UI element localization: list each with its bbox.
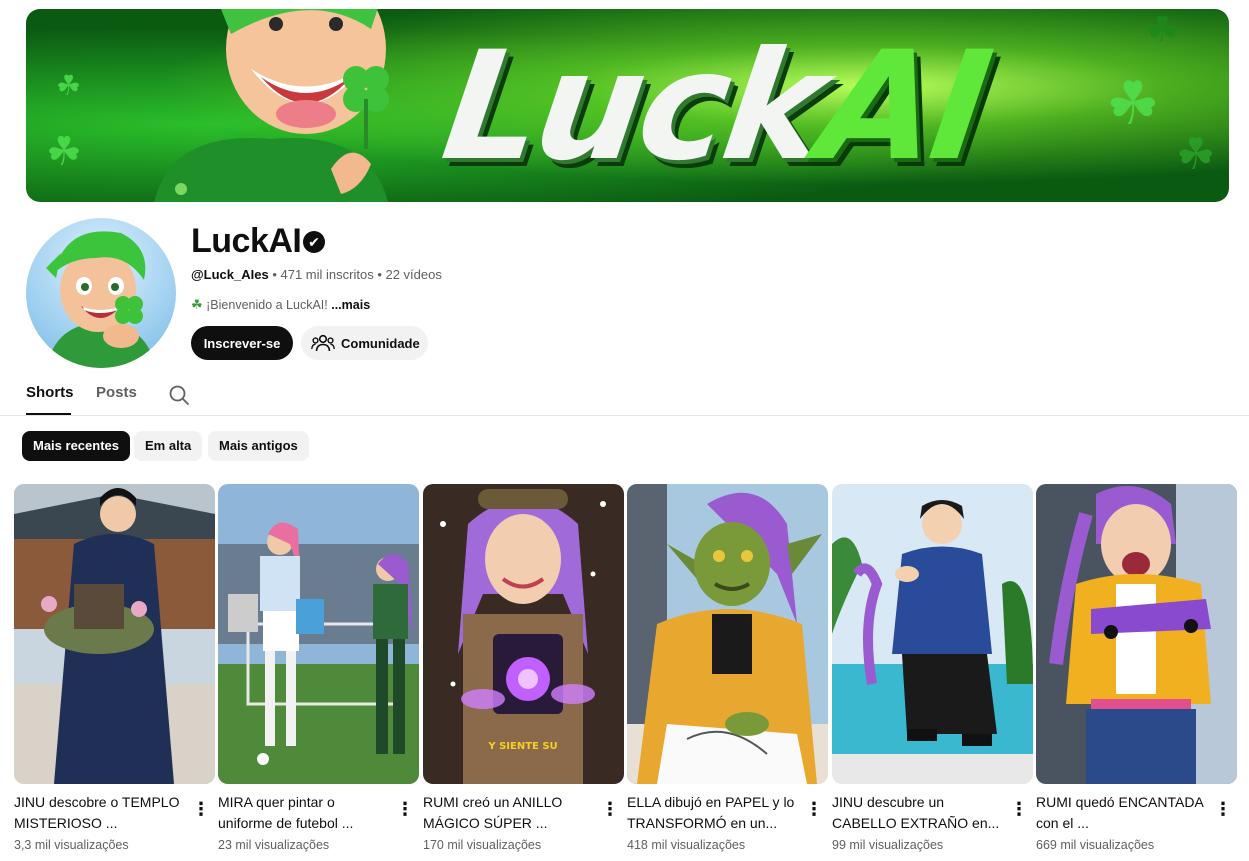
people-icon <box>311 334 335 352</box>
short-thumbnail[interactable] <box>1036 484 1237 784</box>
channel-tabs: Shorts Posts <box>0 376 1249 416</box>
tab-posts[interactable]: Posts <box>96 384 137 401</box>
short-views: 669 mil visualizações <box>1036 838 1155 852</box>
tab-shorts[interactable]: Shorts <box>26 384 74 401</box>
short-title[interactable]: RUMI creó un ANILLO MÁGICO SÚPER ... <box>423 792 598 834</box>
search-icon[interactable] <box>168 384 190 406</box>
description-text: ¡Bienvenido a LuckAI! <box>206 298 328 312</box>
more-link[interactable]: ...mais <box>331 298 370 312</box>
clover-icon: ☘ <box>46 130 82 174</box>
short-views: 170 mil visualizações <box>423 838 542 852</box>
chip-most-recent[interactable]: Mais recentes <box>22 431 130 461</box>
short-title[interactable]: ELLA dibujó en PAPEL y lo TRANSFORMÓ en … <box>627 792 802 834</box>
subscribe-button[interactable]: Inscrever-se <box>191 326 293 360</box>
chip-oldest[interactable]: Mais antigos <box>208 431 309 461</box>
chip-trending[interactable]: Em alta <box>134 431 203 461</box>
short-item[interactable]: Y SIENTE SU RUMI creó un ANILLO MÁGICO S… <box>423 484 624 852</box>
short-views: 99 mil visualizações <box>832 838 944 852</box>
short-views: 3,3 mil visualizações <box>14 838 129 852</box>
short-thumbnail[interactable] <box>627 484 828 784</box>
short-views: 23 mil visualizações <box>218 838 330 852</box>
community-label: Comunidade <box>341 335 420 351</box>
channel-meta: @Luck_AIes • 471 mil inscritos • 22 víde… <box>191 267 442 282</box>
short-item[interactable]: RUMI quedó ENCANTADA con el ... ⋮ 669 mi… <box>1036 484 1237 852</box>
short-thumbnail[interactable]: Y SIENTE SU <box>423 484 624 784</box>
short-thumbnail[interactable] <box>218 484 419 784</box>
kebab-menu-icon[interactable]: ⋮ <box>601 798 619 820</box>
avatar-character <box>46 231 156 368</box>
banner-logo-text: LuckAI <box>433 20 998 194</box>
subscriber-count: 471 mil inscritos <box>280 267 374 282</box>
kebab-menu-icon[interactable]: ⋮ <box>1010 798 1028 820</box>
kebab-menu-icon[interactable]: ⋮ <box>192 798 210 820</box>
clover-icon: ☘ <box>1106 70 1160 137</box>
short-item[interactable]: MIRA quer pintar o uniforme de futebol .… <box>218 484 419 852</box>
verified-check-icon: ✔ <box>303 231 325 253</box>
channel-description[interactable]: ☘ ¡Bienvenido a LuckAI! ...mais <box>191 297 370 313</box>
short-title[interactable]: JINU descobre o TEMPLO MISTERIOSO ... <box>14 792 189 834</box>
kebab-menu-icon[interactable]: ⋮ <box>396 798 414 820</box>
clover-icon: ☘ <box>191 297 203 312</box>
clover-icon: ☘ <box>1146 9 1179 50</box>
active-tab-indicator <box>26 413 71 415</box>
banner-character <box>154 9 389 202</box>
short-thumbnail[interactable] <box>832 484 1033 784</box>
short-item[interactable]: ELLA dibujó en PAPEL y lo TRANSFORMÓ en … <box>627 484 828 852</box>
short-thumbnail[interactable] <box>14 484 215 784</box>
short-title[interactable]: JINU descubre un CABELLO EXTRAÑO en... <box>832 792 1007 834</box>
video-count: 22 vídeos <box>385 267 442 282</box>
short-title[interactable]: RUMI quedó ENCANTADA con el ... <box>1036 792 1211 834</box>
community-button[interactable]: Comunidade <box>301 326 428 360</box>
channel-banner: ☘ ☘ ☘ ☘ ☘ LuckAI <box>26 9 1229 202</box>
thumbnail-caption: Y SIENTE SU <box>487 741 557 752</box>
clover-icon: ☘ <box>1176 130 1216 179</box>
clover-icon: ☘ <box>56 70 82 101</box>
short-item[interactable]: JINU descubre un CABELLO EXTRAÑO en... ⋮… <box>832 484 1033 852</box>
kebab-menu-icon[interactable]: ⋮ <box>1214 798 1232 820</box>
channel-handle: @Luck_AIes <box>191 267 269 282</box>
short-item[interactable]: JINU descobre o TEMPLO MISTERIOSO ... ⋮ … <box>14 484 215 852</box>
short-views: 418 mil visualizações <box>627 838 746 852</box>
kebab-menu-icon[interactable]: ⋮ <box>805 798 823 820</box>
short-title[interactable]: MIRA quer pintar o uniforme de futebol .… <box>218 792 393 834</box>
channel-name: LuckAI <box>191 222 302 260</box>
channel-avatar[interactable] <box>26 218 176 368</box>
